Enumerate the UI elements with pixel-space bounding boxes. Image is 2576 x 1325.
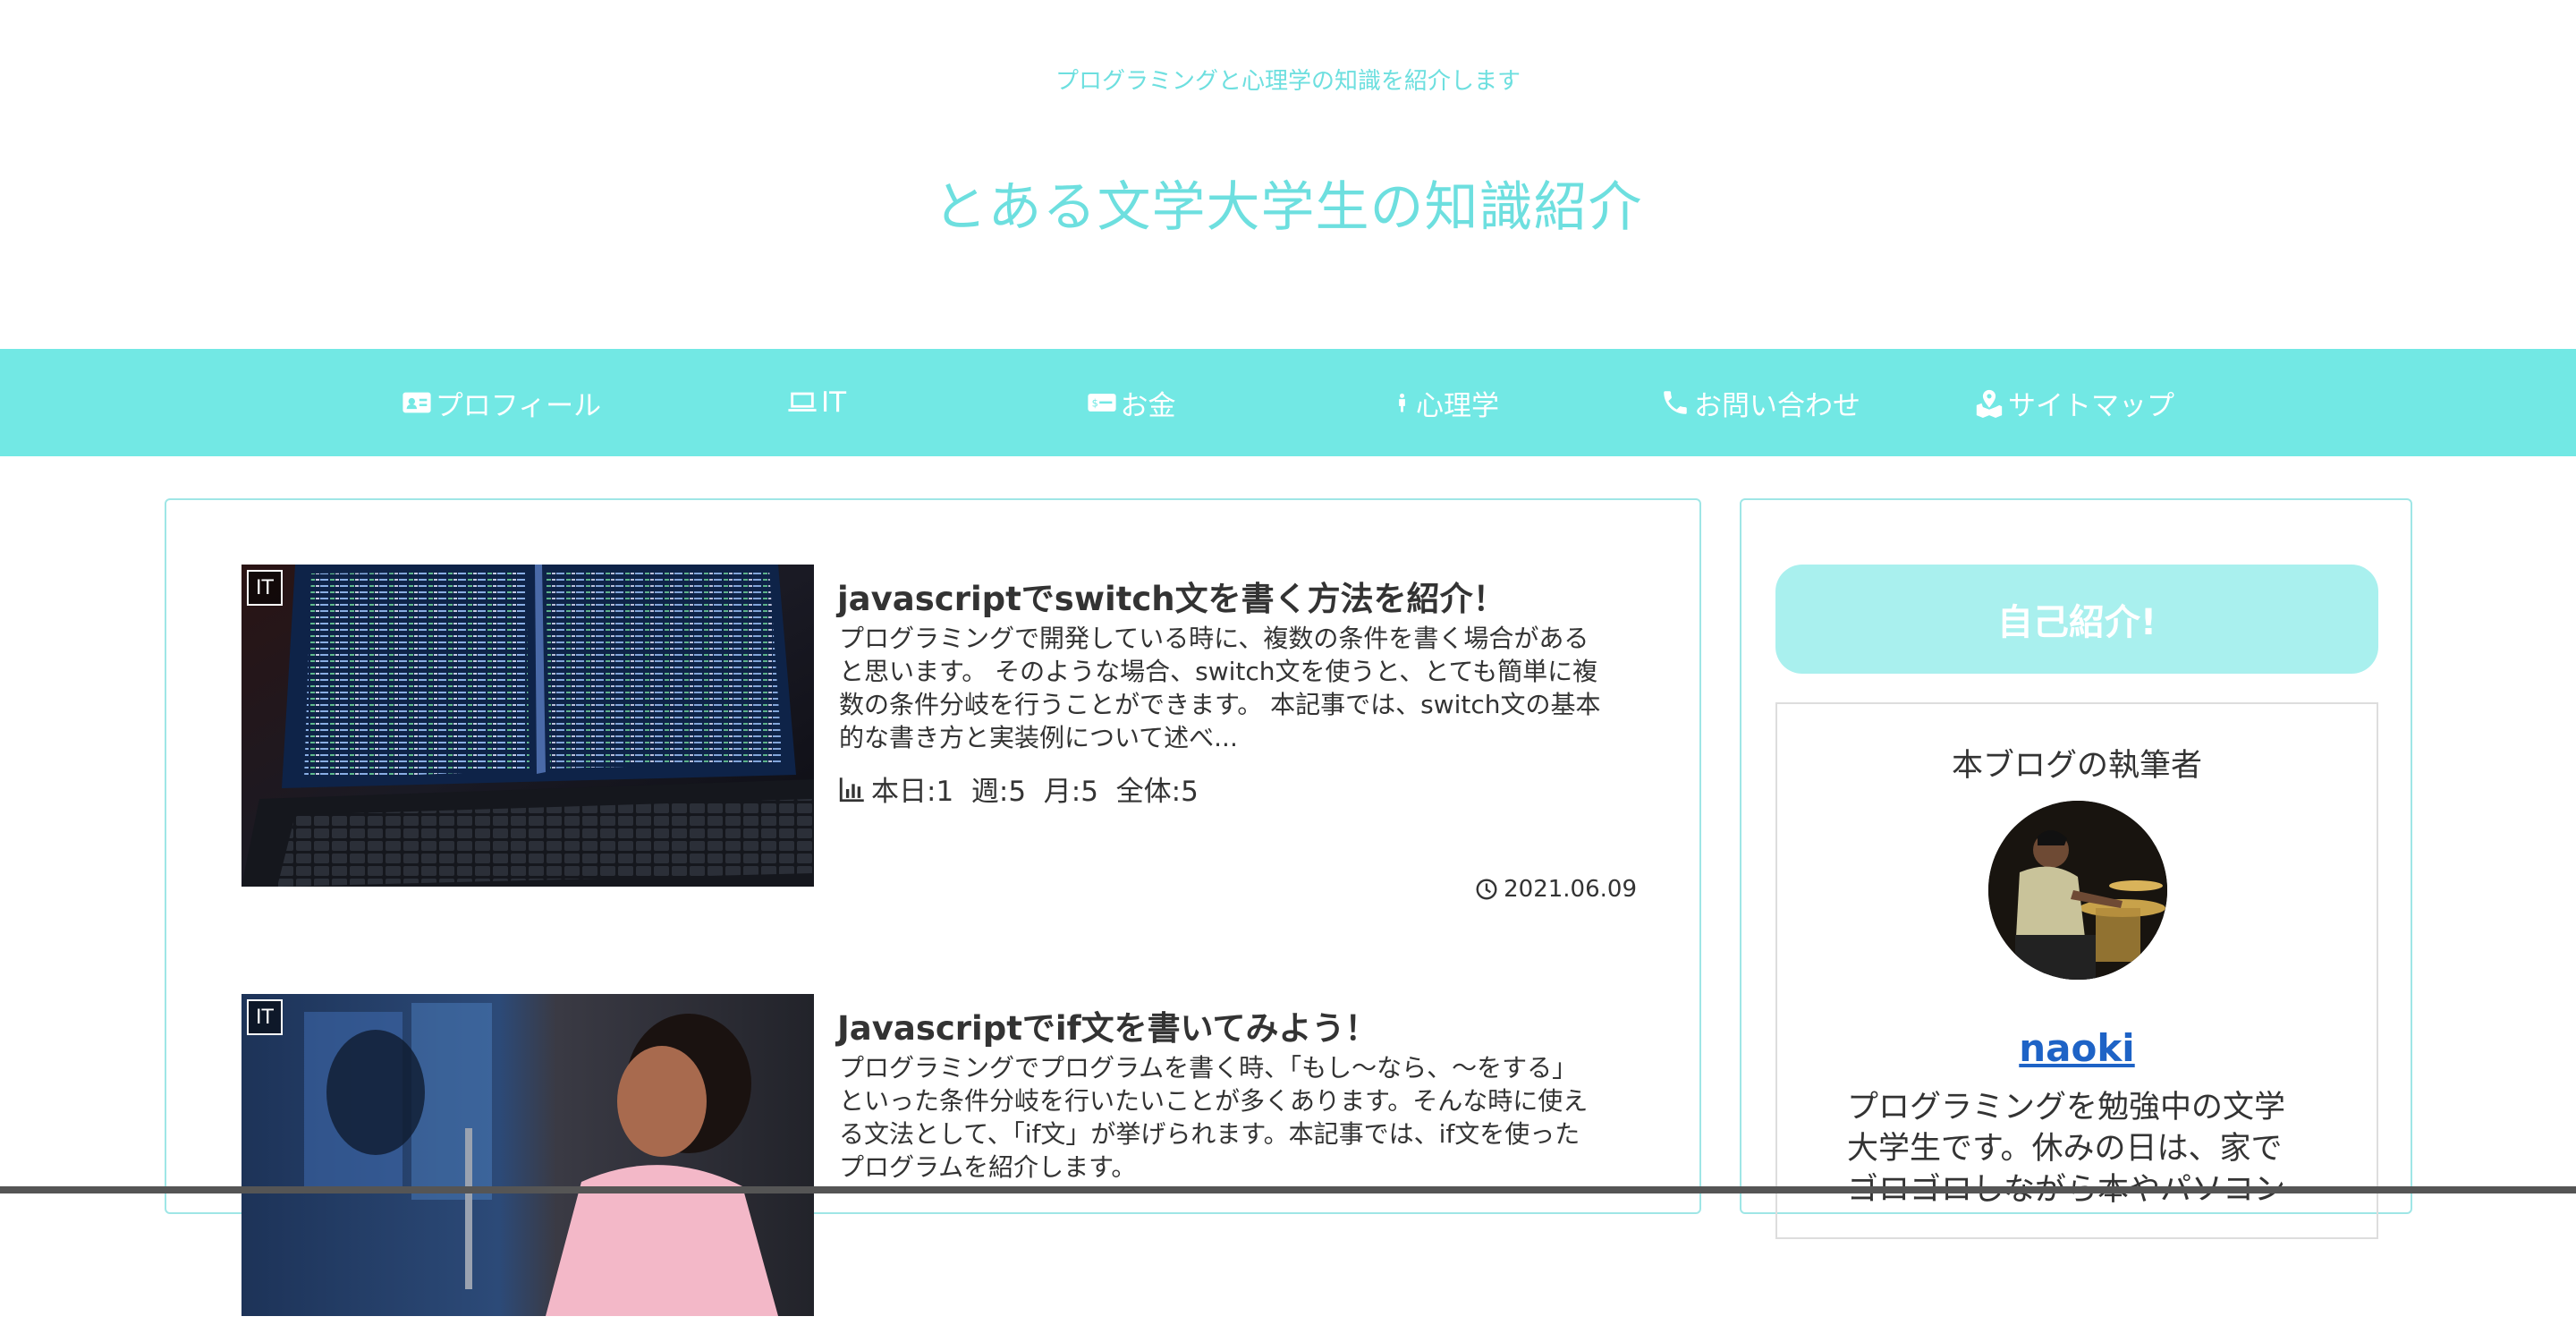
excerpt-line: 数の条件分岐を行うことができます。 本記事では、switch文の基本 [839, 690, 1601, 719]
person-icon [1399, 393, 1405, 412]
post-excerpt: プログラミングでプログラムを書く時、「もし〜なら、〜をする」 といった条件分岐を… [839, 1051, 1626, 1184]
date-text: 2021.06.09 [1504, 876, 1637, 903]
post-thumbnail[interactable]: IT [242, 994, 814, 1316]
post-thumbnail[interactable]: IT [242, 565, 814, 887]
nav-item-it[interactable]: IT [785, 349, 848, 456]
nav-label-contact: お問い合わせ [1694, 389, 1860, 422]
clock-icon [1476, 879, 1497, 900]
post-title[interactable]: javascriptでswitch文を書く方法を紹介！ [837, 572, 1642, 620]
laptop-icon [788, 392, 817, 412]
phone-icon [1664, 391, 1687, 414]
sidebar: 自己紹介! 本ブログの執筆者 naoki プログラミングを勉強中の文学 大学生で… [1740, 498, 2412, 1239]
nav-item-sitemap[interactable]: サイトマップ [1973, 349, 2175, 456]
avatar [1988, 801, 2167, 980]
category-badge[interactable]: IT [247, 999, 283, 1035]
author-profile-card: 本ブログの執筆者 naoki プログラミングを勉強中の文学 大学生です。休みの日… [1775, 702, 2378, 1239]
id-card-icon [402, 392, 431, 413]
excerpt-line: プログラミングで開発している時に、複数の条件を書く場合がある [839, 624, 1589, 653]
svg-text:$: $ [1091, 396, 1097, 409]
bio-line: プログラミングを勉強中の文学 [1847, 1090, 2286, 1125]
excerpt-line: 的な書き方と実装例について述べ... [839, 723, 1238, 752]
post-card[interactable]: IT javascriptでswitch文を書く方法を紹介！ プログラミングで開… [242, 565, 1637, 903]
laptop-code-image [242, 565, 814, 887]
bar-chart-icon [839, 777, 864, 802]
nav-item-psychology[interactable]: 心理学 [1392, 349, 1499, 456]
drummer-photo [1988, 801, 2167, 980]
nav-item-contact[interactable]: お問い合わせ [1657, 349, 1863, 456]
site-title[interactable]: とある文学大学生の知識紹介 [0, 164, 2576, 242]
excerpt-line: といった条件分岐を行いたいことが多くあります。そんな時に使え [839, 1086, 1589, 1116]
nav-label-money: お金 [1120, 389, 1176, 422]
profile-heading: 本ブログの執筆者 [1951, 748, 2202, 784]
author-name-link[interactable]: naoki [1777, 1026, 2377, 1070]
post-list-panel: IT javascriptでswitch文を書く方法を紹介！ プログラミングで開… [165, 498, 1701, 1316]
nav-label-psychology: 心理学 [1416, 389, 1499, 422]
category-badge[interactable]: IT [247, 570, 283, 606]
post-card[interactable]: IT Javascriptでif文を書いてみよう！ プログラミングでプログラムを… [242, 994, 1637, 1325]
self-intro-button[interactable]: 自己紹介! [1775, 565, 2378, 674]
map-icon [1976, 389, 2003, 418]
nav-item-profile[interactable]: プロフィール [401, 349, 602, 456]
excerpt-line: る文法として、「if文」が挙げられます。本記事では、if文を使った [839, 1119, 1580, 1149]
nav-label-it: IT [820, 386, 847, 419]
post-date: 2021.06.09 [1475, 876, 1637, 903]
people-at-server-image [242, 994, 814, 1316]
site-tagline: プログラミングと心理学の知識を紹介します [1055, 68, 1521, 95]
excerpt-line: と思います。 そのような場合、switch文を使うと、とても簡単に複 [839, 657, 1598, 686]
post-excerpt: プログラミングで開発している時に、複数の条件を書く場合がある と思います。 その… [839, 622, 1626, 754]
nav-item-money[interactable]: $ お金 [1084, 349, 1178, 456]
site-header: プログラミングと心理学の知識を紹介します とある文学大学生の知識紹介 [0, 0, 2576, 349]
excerpt-line: プログラムを紹介します。 [839, 1152, 1137, 1182]
nav-label-profile: プロフィール [435, 389, 602, 422]
stats-text: 本日:1 週:5 月:5 全体:5 [871, 776, 1199, 808]
post-view-stats: 本日:1 週:5 月:5 全体:5 [837, 769, 1199, 809]
horizontal-scrollbar[interactable] [0, 1186, 2576, 1193]
post-title[interactable]: Javascriptでif文を書いてみよう！ [837, 1001, 1642, 1049]
excerpt-line: プログラミングでプログラムを書く時、「もし〜なら、〜をする」 [839, 1053, 1578, 1083]
money-icon: $ [1087, 394, 1116, 412]
nav-label-sitemap: サイトマップ [2008, 389, 2174, 422]
bio-line: 大学生です。休みの日は、家で [1847, 1131, 2283, 1167]
global-nav: プロフィール IT $ お金 心理学 お問い合わせ サイトマップ [0, 349, 2576, 456]
